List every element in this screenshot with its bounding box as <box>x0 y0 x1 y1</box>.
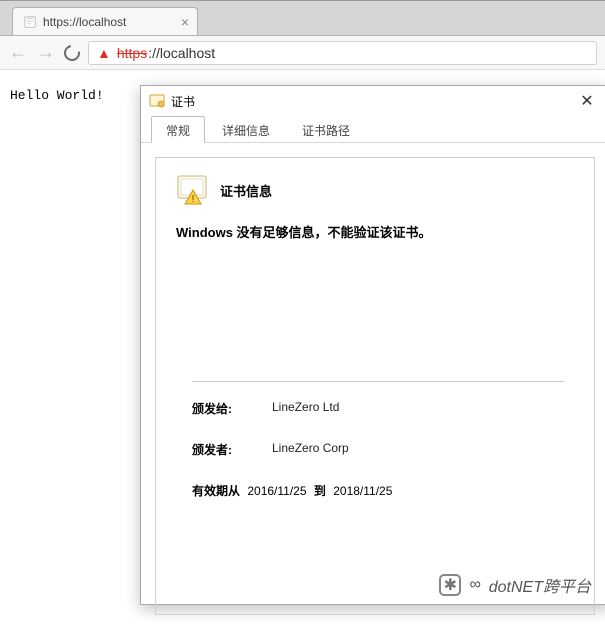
watermark: ✱ ∞ dotNET跨平台 <box>439 573 591 597</box>
back-button[interactable]: ← <box>8 42 28 63</box>
address-bar: ← → ▲ https ://localhost <box>0 36 605 70</box>
issued-by-value: LineZero Corp <box>272 441 349 458</box>
url-rest: ://localhost <box>148 45 215 61</box>
valid-to-value: 2018/11/25 <box>333 484 392 498</box>
browser-tab-bar: https://localhost × <box>0 0 605 36</box>
validity-row: 有效期从 2016/11/25 到 2018/11/25 <box>192 482 564 499</box>
cert-details: 颁发给: LineZero Ltd 颁发者: LineZero Corp 有效期… <box>192 381 564 499</box>
dialog-title: 证书 <box>171 93 195 110</box>
svg-text:!: ! <box>192 194 195 205</box>
tab-details[interactable]: 详细信息 <box>207 116 285 142</box>
issued-by-label: 颁发者: <box>192 441 272 458</box>
issued-to-label: 颁发给: <box>192 400 272 417</box>
tab-cert-path[interactable]: 证书路径 <box>287 116 365 142</box>
url-scheme-insecure: https <box>117 45 147 61</box>
wechat-icon: ✱ <box>439 574 461 596</box>
certificate-icon <box>149 93 165 109</box>
certificate-warning-icon: ! <box>176 174 210 206</box>
valid-from-label: 有效期从 <box>192 484 240 498</box>
watermark-prefix: ∞ <box>469 576 480 594</box>
url-field[interactable]: ▲ https ://localhost <box>88 41 597 65</box>
tab-title: https://localhost <box>43 15 126 29</box>
forward-button: → <box>36 42 56 63</box>
valid-to-label: 到 <box>314 484 326 498</box>
cert-info-heading: 证书信息 <box>220 181 272 200</box>
dialog-close-button[interactable]: ✕ <box>565 86 605 116</box>
watermark-text: dotNET跨平台 <box>489 573 591 597</box>
page-text: Hello World! <box>10 88 104 103</box>
cert-warning-text: Windows 没有足够信息，不能验证该证书。 <box>176 222 574 241</box>
dialog-body: ! 证书信息 Windows 没有足够信息，不能验证该证书。 颁发给: Line… <box>141 143 605 629</box>
certificate-dialog: 证书 ✕ 常规 详细信息 证书路径 ! 证书信息 Windows 没有足够信息，… <box>140 85 605 605</box>
dialog-titlebar[interactable]: 证书 ✕ <box>141 86 605 116</box>
cert-info-panel: ! 证书信息 Windows 没有足够信息，不能验证该证书。 颁发给: Line… <box>155 157 595 615</box>
browser-tab[interactable]: https://localhost × <box>12 7 198 35</box>
tab-general[interactable]: 常规 <box>151 116 205 143</box>
page-icon <box>23 15 37 29</box>
tab-close-icon[interactable]: × <box>181 15 189 29</box>
issued-to-value: LineZero Ltd <box>272 400 339 417</box>
reload-button[interactable] <box>61 41 83 63</box>
dialog-tab-strip: 常规 详细信息 证书路径 <box>141 116 605 143</box>
valid-from-value: 2016/11/25 <box>247 484 306 498</box>
insecure-warning-icon: ▲ <box>97 45 111 61</box>
